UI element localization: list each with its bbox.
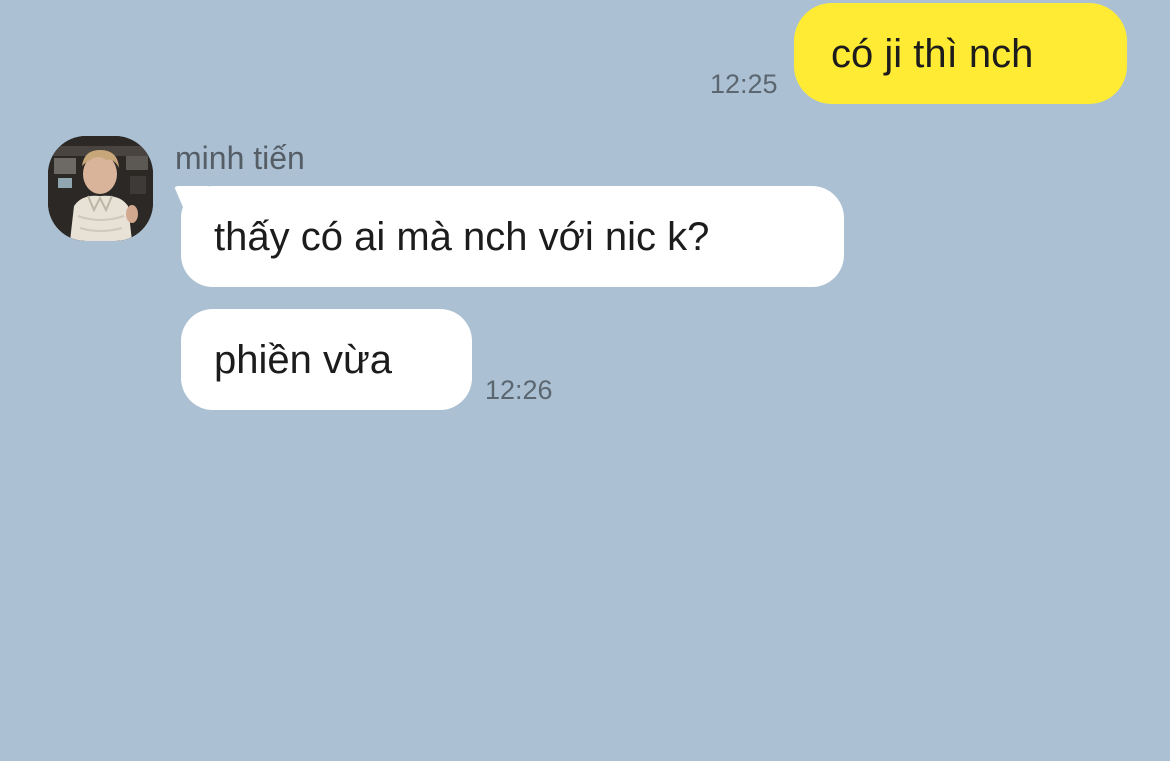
message-text: phiền vừa [214,337,393,382]
message-timestamp: 12:25 [710,69,778,99]
outgoing-message-bubble[interactable]: có ji thì nch [794,3,1127,104]
user-photo-avatar-icon [48,136,153,241]
message-text: thấy có ai mà nch với nic k? [214,214,710,259]
chat-message-area[interactable]: 12:25 có ji thì nch minh tiến thấy có ai… [0,0,1170,761]
sender-avatar[interactable] [48,136,153,241]
incoming-message-bubble[interactable]: phiền vừa [181,309,472,410]
message-timestamp: 12:26 [485,375,553,405]
message-text: có ji thì nch [831,31,1034,76]
incoming-message-bubble[interactable]: thấy có ai mà nch với nic k? [181,186,844,287]
sender-name: minh tiến [175,140,305,176]
